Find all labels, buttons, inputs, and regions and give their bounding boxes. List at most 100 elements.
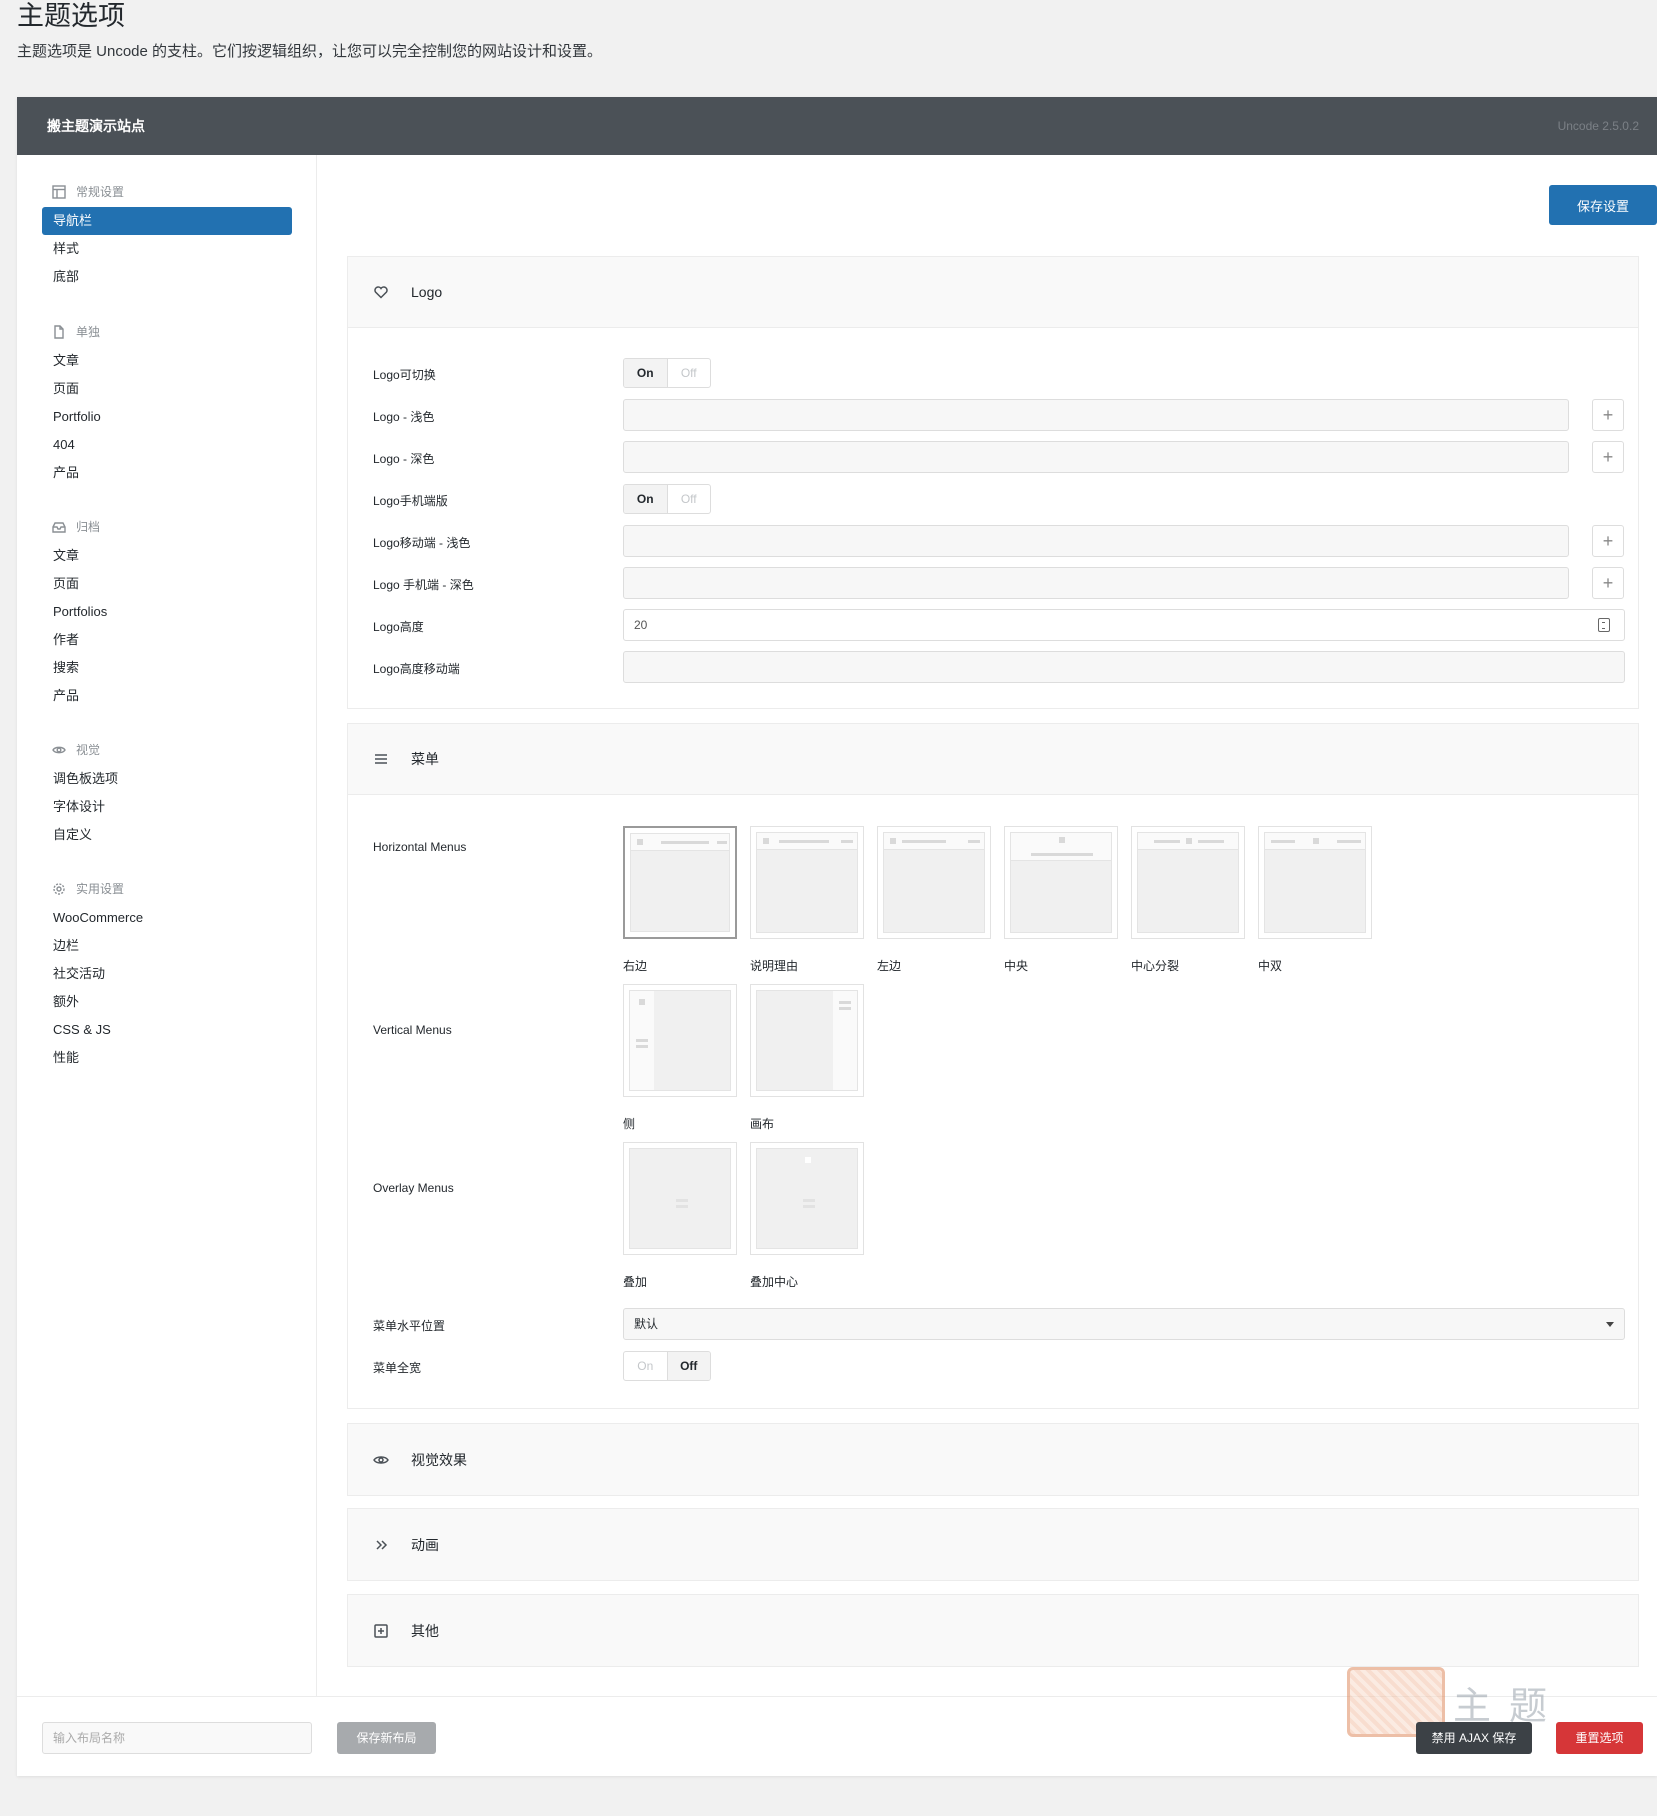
chevrons-right-icon — [376, 1539, 388, 1550]
site-name: 搬主题演示站点 — [47, 118, 145, 134]
menu-layout-center-double[interactable] — [1258, 826, 1372, 939]
logo-mobile-light-input[interactable] — [623, 525, 1569, 557]
sidebar-item-extra[interactable]: 额外 — [42, 988, 292, 1016]
menu-layout-center[interactable] — [1004, 826, 1118, 939]
menu-layout-center-label: 中央 — [1004, 959, 1029, 973]
sidebar-item-typography[interactable]: 字体设计 — [42, 793, 292, 821]
menu-layout-offcanvas-label: 画布 — [750, 1117, 775, 1131]
logo-switchable-toggle[interactable]: On Off — [623, 358, 711, 388]
panel-header: 搬主题演示站点 Uncode 2.5.0.2 — [17, 97, 1657, 155]
sidebar-item-single-page[interactable]: 页面 — [42, 375, 292, 403]
menu-section: 菜单 Horizontal Menus 右边 说明理由 左边 中央 中心分裂 中… — [347, 723, 1639, 1409]
logo-switchable-label: Logo可切换 — [373, 368, 436, 382]
sidebar-item-style[interactable]: 样式 — [42, 235, 292, 263]
sidebar-group-single: 单独 — [52, 323, 100, 340]
save-new-layout-button[interactable]: 保存新布局 — [337, 1722, 436, 1754]
sidebar-item-sidebars[interactable]: 边栏 — [42, 932, 292, 960]
plus-icon: + — [1602, 573, 1614, 593]
logo-mobile-dark-add-button[interactable]: + — [1592, 567, 1624, 599]
inbox-icon — [52, 521, 66, 533]
sidebar-item-social[interactable]: 社交活动 — [42, 960, 292, 988]
reset-options-button[interactable]: 重置选项 — [1556, 1722, 1643, 1754]
logo-mobile-light-label: Logo移动端 - 浅色 — [373, 536, 471, 550]
sidebar-item-performance[interactable]: 性能 — [42, 1044, 292, 1072]
disable-ajax-save-button[interactable]: 禁用 AJAX 保存 — [1416, 1722, 1532, 1754]
sidebar-item-author[interactable]: 作者 — [42, 626, 292, 654]
plus-icon: + — [1602, 531, 1614, 551]
logo-section-header[interactable]: Logo — [348, 257, 1638, 328]
overlay-menus-label: Overlay Menus — [373, 1181, 454, 1195]
plus-icon: + — [1602, 405, 1614, 425]
animation-header[interactable]: 动画 — [348, 1509, 1638, 1580]
animation-section: 动画 — [347, 1508, 1639, 1581]
other-header[interactable]: 其他 — [348, 1595, 1638, 1666]
logo-dark-add-button[interactable]: + — [1592, 441, 1624, 473]
eye-icon — [373, 1455, 389, 1464]
numeric-stepper-icon[interactable] — [1598, 618, 1610, 632]
sidebar-item-archive-portfolios[interactable]: Portfolios — [42, 598, 292, 626]
menu-layout-overlay-center[interactable] — [750, 1142, 864, 1255]
menu-layout-center-double-label: 中双 — [1258, 959, 1283, 973]
logo-light-add-button[interactable]: + — [1592, 399, 1624, 431]
horizontal-menus-label: Horizontal Menus — [373, 840, 467, 854]
sidebar-group-visual: 视觉 — [52, 741, 100, 758]
menu-layout-overlay[interactable] — [623, 1142, 737, 1255]
menu-position-select[interactable]: 默认 — [623, 1308, 1625, 1340]
footer-bar: 输入布局名称 保存新布局 主题 禁用 AJAX 保存 重置选项 — [17, 1667, 1657, 1776]
sidebar-item-css-js[interactable]: CSS & JS — [42, 1016, 292, 1044]
theme-version: Uncode 2.5.0.2 — [1557, 119, 1639, 133]
logo-light-input[interactable] — [623, 399, 1569, 431]
plus-square-icon — [374, 1623, 388, 1638]
menu-layout-overlay-center-label: 叠加中心 — [750, 1275, 799, 1289]
menu-section-header[interactable]: 菜单 — [348, 724, 1638, 795]
logo-dark-input[interactable] — [623, 441, 1569, 473]
heart-icon — [374, 286, 388, 299]
sidebar-item-archive-page[interactable]: 页面 — [42, 570, 292, 598]
sidebar-item-search[interactable]: 搜索 — [42, 654, 292, 682]
sidebar-item-single-product[interactable]: 产品 — [42, 459, 292, 487]
menu-layout-lateral[interactable] — [623, 984, 737, 1097]
visual-effects-header[interactable]: 视觉效果 — [348, 1424, 1638, 1495]
logo-mobile-light-add-button[interactable]: + — [1592, 525, 1624, 557]
sidebar-item-palette[interactable]: 调色板选项 — [42, 765, 292, 793]
other-section: 其他 — [347, 1594, 1639, 1667]
menu-layout-right[interactable] — [623, 826, 737, 939]
sidebar-item-archive-product[interactable]: 产品 — [42, 682, 292, 710]
visual-effects-section: 视觉效果 — [347, 1423, 1639, 1496]
sidebar-item-404[interactable]: 404 — [42, 431, 292, 459]
sidebar-item-woocommerce[interactable]: WooCommerce — [42, 904, 292, 932]
logo-height-mobile-input[interactable] — [623, 651, 1625, 683]
menu-layout-center-split[interactable] — [1131, 826, 1245, 939]
sidebar-item-custom[interactable]: 自定义 — [42, 821, 292, 849]
menu-layout-lateral-label: 侧 — [623, 1117, 636, 1131]
logo-height-mobile-label: Logo高度移动端 — [373, 662, 460, 676]
save-settings-button[interactable]: 保存设置 — [1549, 185, 1657, 225]
sidebar-group-general: 常规设置 — [52, 183, 124, 200]
logo-height-input[interactable]: 20 — [623, 609, 1625, 641]
logo-mobile-toggle[interactable]: On Off — [623, 484, 711, 514]
menu-fullwidth-label: 菜单全宽 — [373, 1361, 422, 1375]
logo-mobile-dark-label: Logo 手机端 - 深色 — [373, 578, 474, 592]
logo-section: Logo Logo可切换 On Off Logo - 浅色 + Logo - 深… — [347, 256, 1639, 709]
menu-layout-justify[interactable] — [750, 826, 864, 939]
menu-layout-justify-label: 说明理由 — [750, 959, 799, 973]
sidebar-group-utilities: 实用设置 — [52, 880, 124, 897]
sidebar-item-single-post[interactable]: 文章 — [42, 347, 292, 375]
page-title: 主题选项 — [17, 1, 125, 31]
sidebar-item-archive-post[interactable]: 文章 — [42, 542, 292, 570]
menu-layout-offcanvas[interactable] — [750, 984, 864, 1097]
menu-fullwidth-toggle[interactable]: On Off — [623, 1351, 711, 1381]
plus-icon: + — [1602, 447, 1614, 467]
logo-mobile-dark-input[interactable] — [623, 567, 1569, 599]
main-content: 保存设置 Logo Logo可切换 On Off Logo - 浅色 + Log… — [317, 155, 1657, 1696]
sidebar-item-single-portfolio[interactable]: Portfolio — [42, 403, 292, 431]
menu-layout-left[interactable] — [877, 826, 991, 939]
sidebar-item-footer[interactable]: 底部 — [42, 263, 292, 291]
layout-name-input[interactable]: 输入布局名称 — [42, 1722, 312, 1754]
sidebar-item-navbar[interactable]: 导航栏 — [42, 207, 292, 235]
file-icon — [54, 324, 64, 339]
eye-icon — [52, 746, 66, 753]
menu-layout-left-label: 左边 — [877, 959, 902, 973]
gear-icon — [53, 882, 65, 895]
logo-height-label: Logo高度 — [373, 620, 424, 634]
